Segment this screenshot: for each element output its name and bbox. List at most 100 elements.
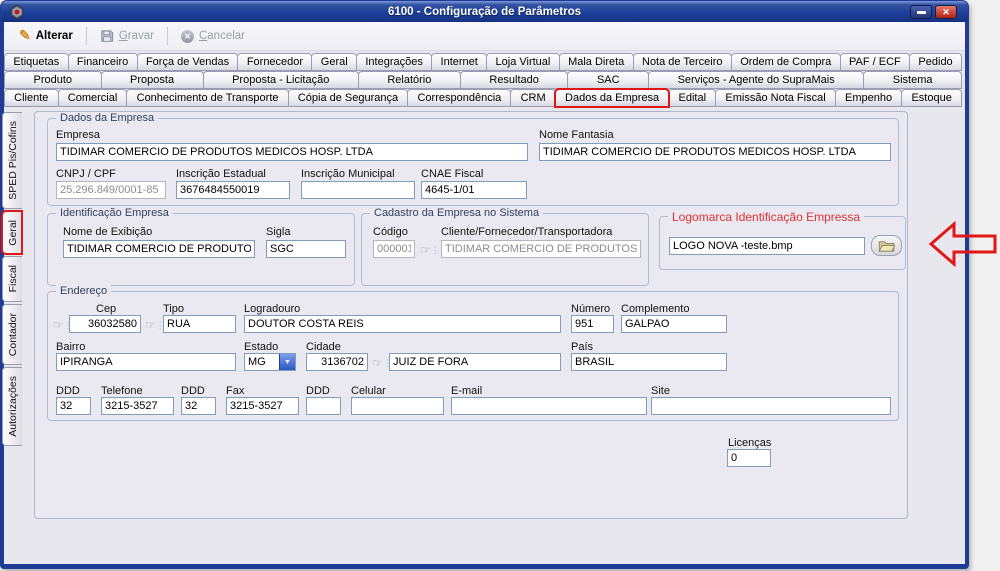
cep-input[interactable] — [69, 315, 141, 333]
tab-item[interactable]: Pedido — [909, 53, 962, 71]
cidade-codigo-input[interactable] — [306, 353, 368, 371]
gravar-button[interactable]: Gravar — [93, 26, 161, 46]
empresa-input[interactable] — [56, 143, 528, 161]
group-title: Identificação Empresa — [56, 207, 173, 219]
pencil-icon: ✎ — [19, 27, 31, 44]
tab-item[interactable]: Nota de Terceiro — [633, 53, 732, 71]
estado-select[interactable]: MG ▼ — [244, 353, 296, 371]
tab-item[interactable]: Dados da Empresa — [555, 89, 670, 107]
bairro-input[interactable] — [56, 353, 236, 371]
tab-item[interactable]: Cliente — [4, 89, 59, 107]
numero-input[interactable] — [571, 315, 614, 333]
group-title: Endereço — [56, 285, 111, 297]
tab-row-1: EtiquetasFinanceiroForça de VendasFornec… — [4, 53, 961, 71]
window-title: 6100 - Configuração de Parâmetros — [1, 6, 968, 18]
side-tab-item[interactable]: Autorizações — [2, 367, 22, 446]
gravar-label: Gravar — [119, 30, 154, 42]
cliente-input — [441, 240, 641, 258]
group-title: Dados da Empresa — [56, 112, 158, 124]
cnae-input[interactable] — [421, 181, 527, 199]
tab-item[interactable]: Conhecimento de Transporte — [126, 89, 288, 107]
telefone-input[interactable] — [101, 397, 174, 415]
side-tab-strip: SPED Pis/CofinsGeralFiscal ContadorAutori… — [2, 112, 23, 446]
site-label: Site — [651, 385, 670, 397]
side-tab-item[interactable]: Geral — [2, 211, 22, 255]
pais-input[interactable] — [571, 353, 727, 371]
logradouro-input[interactable] — [244, 315, 561, 333]
ddd-telefone-label: DDD — [56, 385, 80, 397]
tab-item[interactable]: Empenho — [835, 89, 902, 107]
minimize-button[interactable] — [910, 5, 932, 19]
tab-item[interactable]: Correspondência — [407, 89, 511, 107]
tab-item[interactable]: Fornecedor — [237, 53, 312, 71]
tab-item[interactable]: Relatório — [358, 71, 461, 89]
tab-item[interactable]: Proposta — [101, 71, 204, 89]
tab-item[interactable]: Integrações — [356, 53, 432, 71]
tab-item[interactable]: Resultado — [460, 71, 569, 89]
tab-item[interactable]: Produto — [4, 71, 102, 89]
side-tab-item[interactable]: SPED Pis/Cofins — [2, 112, 22, 209]
tab-item[interactable]: PAF / ECF — [840, 53, 910, 71]
cidade-input[interactable] — [389, 353, 561, 371]
alterar-button[interactable]: ✎ Alterar — [12, 25, 80, 48]
celular-label: Celular — [351, 385, 386, 397]
inscricao-estadual-input[interactable] — [176, 181, 290, 199]
cnpj-input — [56, 181, 166, 199]
nome-fantasia-label: Nome Fantasia — [539, 129, 614, 141]
tab-item[interactable]: Emissão Nota Fiscal — [715, 89, 836, 107]
ddd-fax-label: DDD — [181, 385, 205, 397]
nome-fantasia-input[interactable] — [539, 143, 891, 161]
tab-item[interactable]: Loja Virtual — [486, 53, 560, 71]
tab-item[interactable]: Força de Vendas — [137, 53, 239, 71]
lookup-hand-icon[interactable]: ☞⋮ — [420, 243, 440, 257]
tab-item[interactable]: Financeiro — [68, 53, 138, 71]
tab-item[interactable]: Proposta - Licitação — [203, 71, 359, 89]
tab-item[interactable]: Edital — [668, 89, 716, 107]
lookup-hand-icon[interactable]: ☞⋮ — [145, 318, 165, 332]
tab-item[interactable]: Serviços - Agente do SupraMais — [648, 71, 864, 89]
tab-item[interactable]: Ordem de Compra — [731, 53, 841, 71]
cnpj-label: CNPJ / CPF — [56, 168, 116, 180]
browse-logo-button[interactable] — [871, 235, 902, 256]
tab-item[interactable]: Geral — [311, 53, 357, 71]
celular-input[interactable] — [351, 397, 444, 415]
toolbar-separator — [86, 27, 87, 45]
codigo-input — [373, 240, 415, 258]
sigla-label: Sigla — [266, 226, 290, 238]
email-input[interactable] — [451, 397, 647, 415]
complemento-input[interactable] — [621, 315, 727, 333]
tab-item[interactable]: Sistema — [863, 71, 962, 89]
empresa-label: Empresa — [56, 129, 100, 141]
side-tab-item[interactable]: Contador — [2, 304, 22, 365]
sigla-input[interactable] — [266, 240, 346, 258]
cnae-label: CNAE Fiscal — [421, 168, 483, 180]
tab-item[interactable]: Internet — [431, 53, 487, 71]
ddd-telefone-input[interactable] — [56, 397, 91, 415]
cancelar-button[interactable]: ✕ Cancelar — [174, 27, 252, 46]
site-input[interactable] — [651, 397, 891, 415]
tab-item[interactable]: Mala Direta — [559, 53, 634, 71]
tab-item[interactable]: Estoque — [901, 89, 962, 107]
licencas-label: Licenças — [728, 437, 771, 449]
licencas-input[interactable] — [727, 449, 771, 467]
estado-value: MG — [245, 354, 279, 370]
fax-input[interactable] — [226, 397, 299, 415]
side-tab-item[interactable]: Fiscal — [2, 256, 22, 301]
chevron-down-icon[interactable]: ▼ — [279, 354, 295, 370]
close-button[interactable]: ✕ — [935, 5, 957, 19]
tab-item[interactable]: Comercial — [58, 89, 128, 107]
tipo-input[interactable] — [163, 315, 236, 333]
tab-item[interactable]: Etiquetas — [4, 53, 69, 71]
ddd-fax-input[interactable] — [181, 397, 216, 415]
inscricao-estadual-label: Inscrição Estadual — [176, 168, 266, 180]
tab-item[interactable]: CRM — [510, 89, 555, 107]
tab-item[interactable]: Cópia de Segurança — [288, 89, 409, 107]
cliente-label: Cliente/Fornecedor/Transportadora — [441, 226, 612, 238]
ddd-celular-input[interactable] — [306, 397, 341, 415]
pais-label: País — [571, 341, 593, 353]
nome-exibicao-input[interactable] — [63, 240, 255, 258]
logomarca-arquivo-input[interactable] — [669, 237, 865, 255]
inscricao-municipal-input[interactable] — [301, 181, 415, 199]
tab-item[interactable]: SAC — [567, 71, 649, 89]
bairro-label: Bairro — [56, 341, 85, 353]
